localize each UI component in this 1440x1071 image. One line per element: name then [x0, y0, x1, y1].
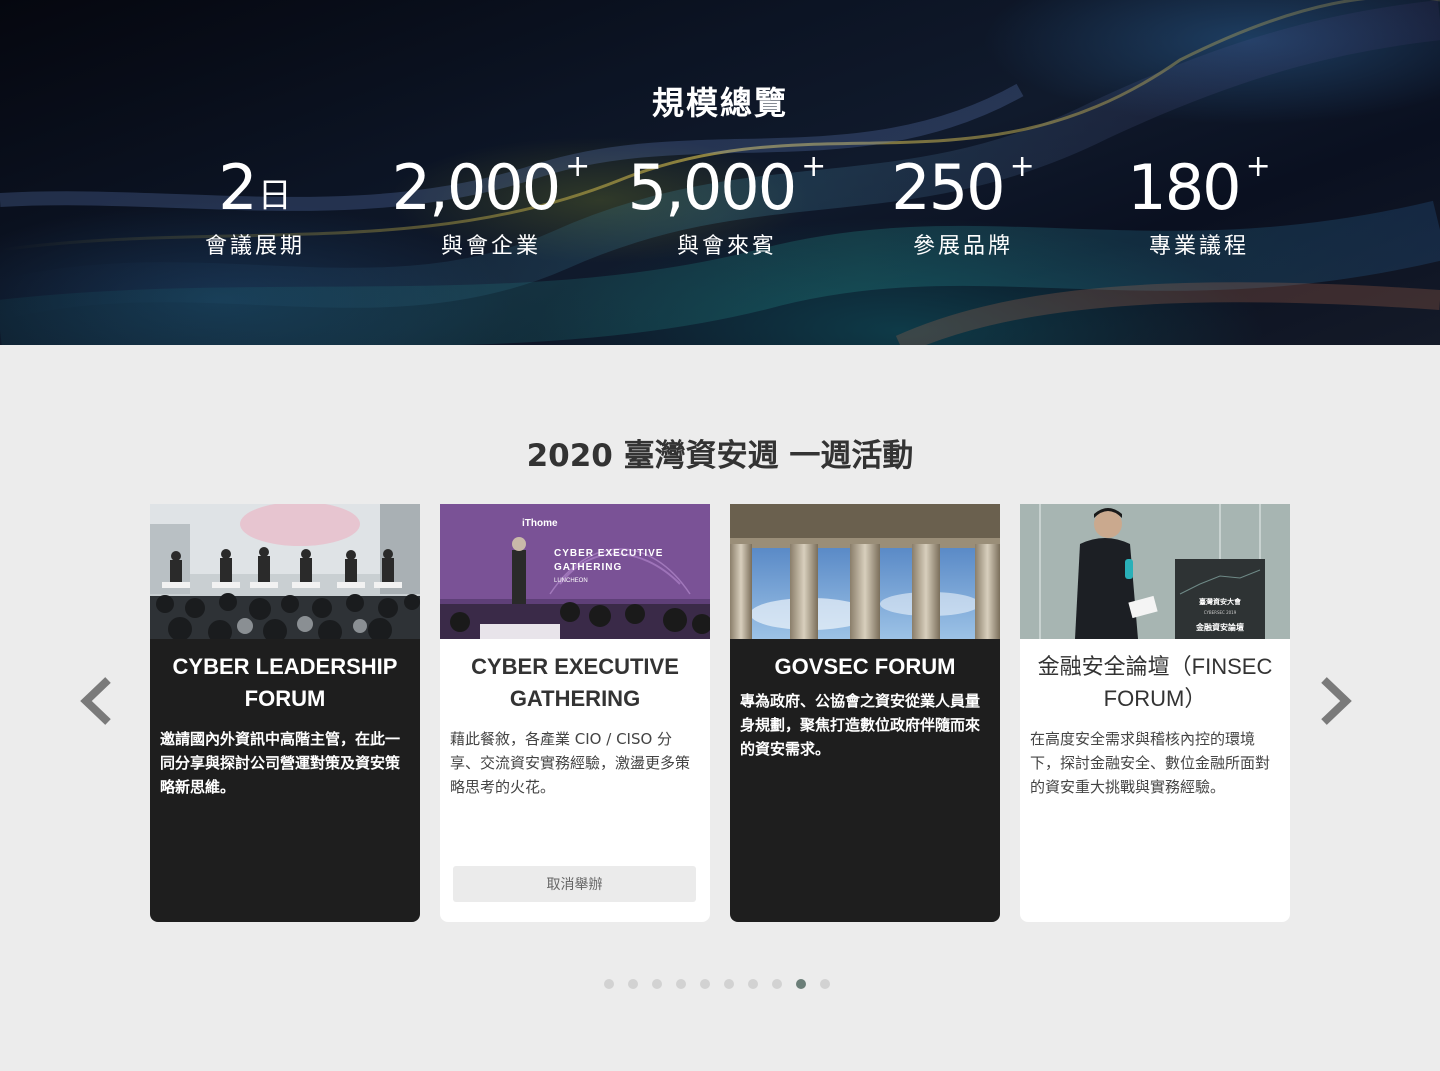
event-card-title: 金融安全論壇（FINSEC FORUM）: [1020, 639, 1290, 715]
event-card-title: GOVSEC FORUM: [774, 654, 956, 679]
photo-sign-line-3: 金融資安論壇: [1195, 622, 1244, 632]
carousel-dot[interactable]: [604, 979, 614, 989]
stat-label: 與會企業: [440, 234, 541, 259]
stat-plus: +: [1009, 149, 1035, 184]
carousel-dot[interactable]: [652, 979, 662, 989]
event-card-description: 邀請國內外資訊中高階主管，在此一同分享與探討公司營運對策及資安策略新思維。: [160, 730, 401, 796]
stat-unit: 日: [257, 176, 292, 216]
hero-title: 規模總覽: [651, 84, 788, 122]
chevron-right-icon: [1321, 677, 1352, 725]
carousel-dot[interactable]: [628, 979, 638, 989]
event-card-govsec[interactable]: GOVSEC FORUM 專為政府、公協會之資安從業人員量身規劃，聚焦打造數位政…: [730, 504, 1000, 922]
columns-image: [730, 504, 1000, 639]
chevron-left-icon: [80, 677, 111, 725]
stat-number: 5,000: [627, 151, 797, 224]
photo-sign-line-1: 臺灣資安大會: [1199, 597, 1242, 606]
stat-companies: 2,000 + 與會企業: [371, 150, 611, 260]
event-card-cyber-executive[interactable]: iThome CYBER EXECUTIVE GATHERING LUNCHEO…: [440, 504, 710, 922]
photo-banner-line-3: LUNCHEON: [554, 578, 588, 584]
stat-number: 180: [1127, 151, 1241, 224]
event-card-title: CYBER LEADERSHIP FORUM: [172, 654, 398, 711]
cancelled-button[interactable]: 取消舉辦: [453, 866, 696, 902]
panel-discussion-image: [150, 504, 420, 639]
event-photo: 臺灣資安大會 CYBERSEC 2019 金融資安論壇: [1020, 504, 1290, 639]
stat-guests: 5,000 + 與會來賓: [607, 150, 847, 260]
ithome-logo-text: iThome: [522, 518, 558, 529]
stat-brands: 250 + 參展品牌: [843, 150, 1083, 260]
event-card-description: 專為政府、公協會之資安從業人員量身規劃，聚焦打造數位政府伴隨而來的資安需求。: [740, 692, 981, 758]
event-card-title-text: 金融安全論壇（FINSEC FORUM）: [1037, 654, 1273, 711]
event-card-finsec[interactable]: 臺灣資安大會 CYBERSEC 2019 金融資安論壇 金融安全論壇（FINSE…: [1020, 504, 1290, 922]
carousel-dot[interactable]: [772, 979, 782, 989]
event-photo: [730, 504, 1000, 639]
stat-plus: +: [801, 149, 827, 184]
stat-label: 會議展期: [204, 234, 305, 259]
carousel-dot[interactable]: [820, 979, 830, 989]
photo-banner-line-1: CYBER EXECUTIVE: [554, 548, 663, 559]
event-card-description: 藉此餐敘，各產業 CIO / CISO 分享、交流資安實務經驗，激盪更多策略思考…: [450, 730, 691, 796]
photo-banner-line-2: GATHERING: [554, 562, 622, 573]
stats-hero: 規模總覽 2日 會議展期 2,000 + 與會企業 5,000 + 與會來賓 250…: [0, 0, 1440, 345]
stat-sessions: 180 + 專業議程: [1079, 150, 1319, 260]
event-photo: [150, 504, 420, 639]
event-card-description: 在高度安全需求與稽核內控的環境下，探討金融安全、數位金融所面對的資安重大挑戰與實…: [1030, 730, 1271, 796]
carousel-dot[interactable]: [700, 979, 710, 989]
carousel-prev-button[interactable]: [76, 676, 116, 726]
stat-label: 參展品牌: [912, 234, 1013, 259]
carousel-dot[interactable]: [724, 979, 734, 989]
carousel-next-button[interactable]: [1316, 676, 1356, 726]
carousel-dot[interactable]: [748, 979, 758, 989]
stat-plus: +: [565, 149, 591, 184]
stat-label: 專業議程: [1148, 234, 1249, 259]
carousel-dot[interactable]: [676, 979, 686, 989]
events-title: 2020 臺灣資安週 一週活動: [526, 438, 914, 474]
stat-plus: +: [1245, 149, 1271, 184]
stat-number: 250: [891, 151, 1005, 224]
stat-number: 2: [218, 151, 257, 224]
stat-number: 2,000: [391, 151, 561, 224]
event-card-title: CYBER EXECUTIVE GATHERING: [471, 654, 679, 711]
speaker-image: 臺灣資安大會 CYBERSEC 2019 金融資安論壇: [1020, 504, 1290, 639]
carousel-dot[interactable]: [796, 979, 806, 989]
stat-days: 2日 會議展期: [135, 150, 375, 260]
photo-sign-line-2: CYBERSEC 2019: [1204, 610, 1237, 615]
event-photo: iThome CYBER EXECUTIVE GATHERING LUNCHEO…: [440, 504, 710, 639]
stat-label: 與會來賓: [676, 234, 777, 259]
luncheon-image: iThome CYBER EXECUTIVE GATHERING LUNCHEO…: [440, 504, 710, 639]
event-card-cyber-leadership[interactable]: CYBER LEADERSHIP FORUM 邀請國內外資訊中高階主管，在此一同…: [150, 504, 420, 922]
